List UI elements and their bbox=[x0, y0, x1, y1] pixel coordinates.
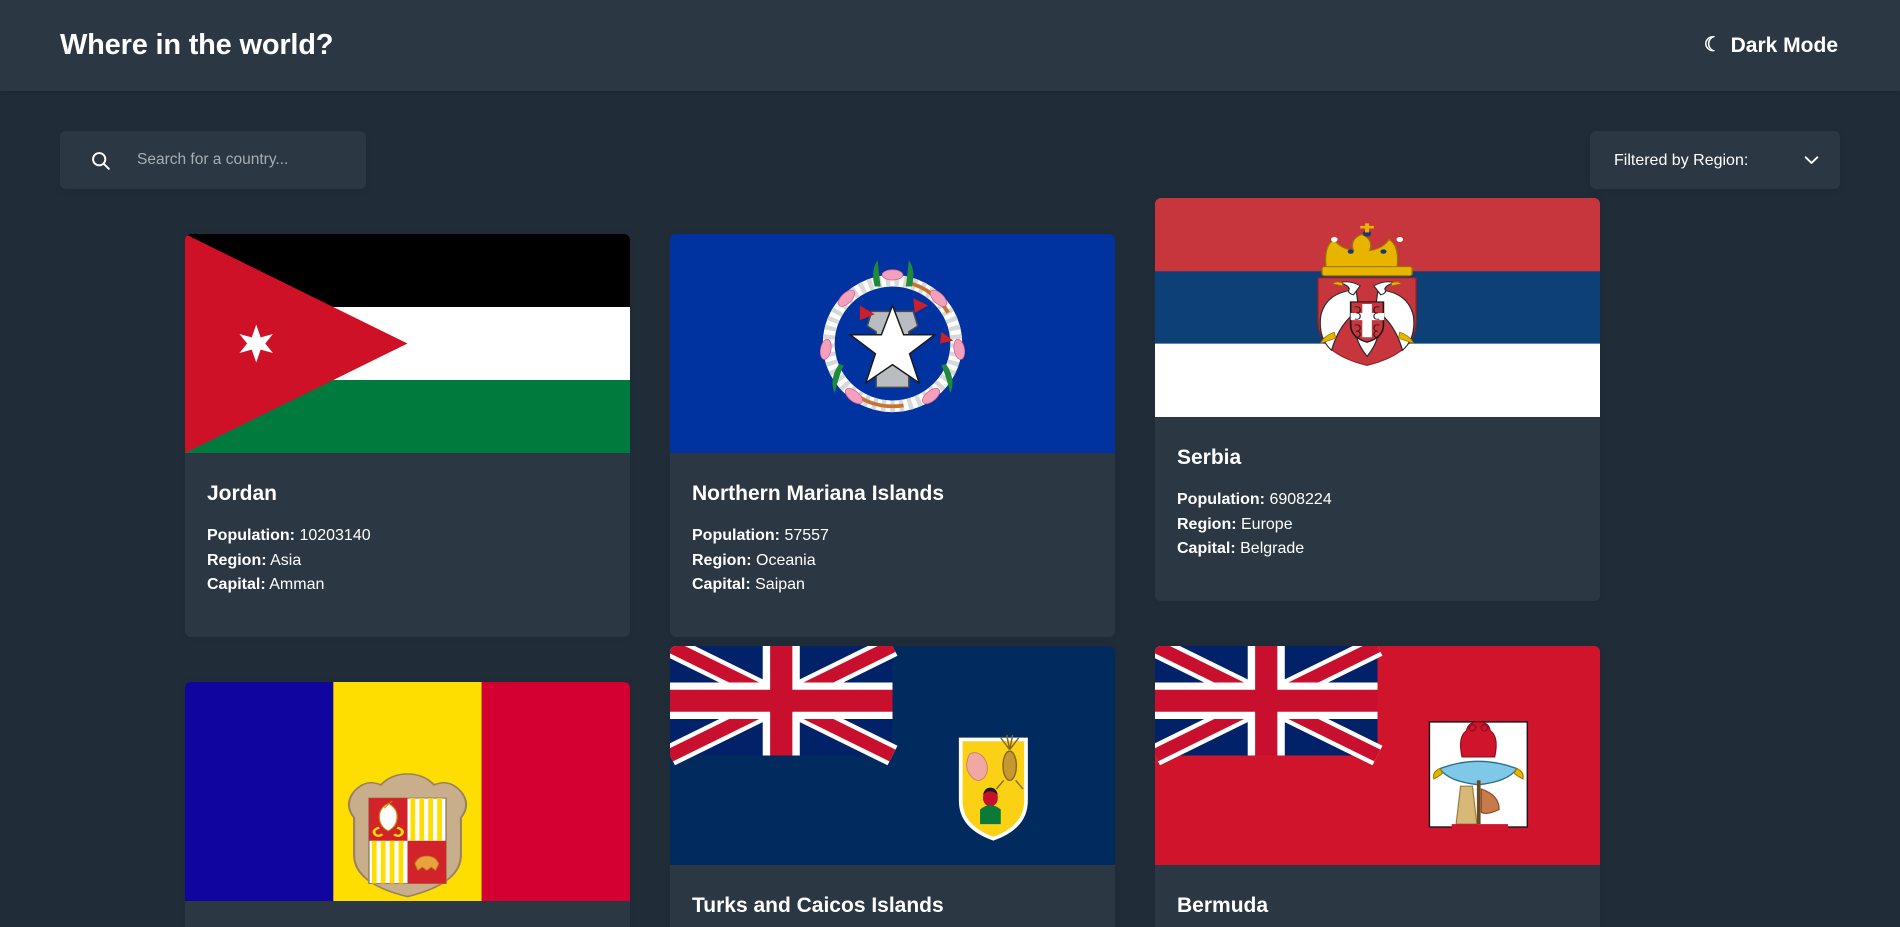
country-capital: Capital: Amman bbox=[207, 573, 600, 597]
page-title: Where in the world? bbox=[60, 29, 334, 61]
country-card[interactable]: Jordan Population: 10203140 Region: Asia… bbox=[185, 234, 630, 638]
country-card[interactable]: Andorra bbox=[185, 682, 630, 927]
flag-jordan bbox=[185, 234, 630, 453]
population-label: Population: bbox=[207, 527, 295, 545]
country-population: Population: 10203140 bbox=[207, 524, 600, 548]
country-capital: Capital: Belgrade bbox=[1177, 537, 1570, 561]
region-value: Europe bbox=[1241, 515, 1293, 533]
population-value: 6908224 bbox=[1269, 491, 1332, 509]
dark-mode-toggle[interactable]: ☾ Dark Mode bbox=[1702, 28, 1840, 64]
capital-value: Belgrade bbox=[1240, 539, 1305, 557]
country-name: Northern Mariana Islands bbox=[692, 482, 945, 505]
country-grid: Jordan Population: 10203140 Region: Asia… bbox=[0, 189, 1900, 927]
region-value: Asia bbox=[270, 551, 302, 569]
country-name: Jordan bbox=[207, 482, 278, 505]
country-population: Population: 57557 bbox=[692, 524, 1085, 548]
capital-value: Saipan bbox=[755, 575, 805, 593]
country-card[interactable]: Turks and Caicos Islands bbox=[670, 646, 1115, 927]
population-label: Population: bbox=[692, 527, 780, 545]
controls-bar: Filtered by Region: Africa America Asia … bbox=[0, 91, 1900, 189]
country-region: Region: Oceania bbox=[692, 549, 1085, 573]
dark-mode-label: Dark Mode bbox=[1730, 33, 1838, 57]
country-region: Region: Asia bbox=[207, 549, 600, 573]
flag-northern-mariana-islands bbox=[670, 234, 1115, 453]
capital-label: Capital: bbox=[1177, 539, 1236, 557]
region-label: Region: bbox=[207, 551, 267, 569]
card-body: Serbia Population: 6908224 Region: Europ… bbox=[1155, 417, 1600, 601]
country-name: Turks and Caicos Islands bbox=[692, 894, 944, 918]
country-name: Serbia bbox=[1177, 446, 1242, 469]
capital-label: Capital: bbox=[692, 575, 751, 593]
country-region: Region: Europe bbox=[1177, 513, 1570, 537]
region-value: Oceania bbox=[756, 551, 816, 569]
search-icon bbox=[92, 151, 110, 170]
capital-label: Capital: bbox=[207, 575, 266, 593]
flag-turks-and-caicos-islands bbox=[670, 646, 1115, 866]
country-card[interactable]: Bermuda bbox=[1155, 646, 1600, 927]
country-capital: Capital: Saipan bbox=[692, 573, 1085, 597]
region-filter[interactable]: Filtered by Region: Africa America Asia … bbox=[1590, 131, 1840, 189]
site-header: Where in the world? ☾ Dark Mode bbox=[0, 0, 1900, 91]
region-label: Region: bbox=[1177, 515, 1237, 533]
search-box[interactable] bbox=[60, 131, 366, 189]
card-body: Northern Mariana Islands Population: 575… bbox=[670, 453, 1115, 637]
card-body: Andorra bbox=[185, 901, 630, 927]
capital-value: Amman bbox=[269, 575, 325, 593]
card-body: Jordan Population: 10203140 Region: Asia… bbox=[185, 453, 630, 637]
flag-andorra bbox=[185, 682, 630, 902]
moon-icon: ☾ bbox=[1703, 33, 1722, 56]
country-name: Bermuda bbox=[1177, 894, 1269, 918]
flag-bermuda bbox=[1155, 646, 1600, 866]
card-body: Bermuda bbox=[1155, 865, 1600, 927]
population-label: Population: bbox=[1177, 491, 1265, 509]
country-card[interactable]: Northern Mariana Islands Population: 575… bbox=[670, 234, 1115, 638]
flag-serbia bbox=[1155, 198, 1600, 417]
country-card[interactable]: Serbia Population: 6908224 Region: Europ… bbox=[1155, 198, 1600, 602]
population-value: 10203140 bbox=[299, 527, 371, 545]
search-input[interactable] bbox=[137, 151, 366, 169]
population-value: 57557 bbox=[784, 527, 829, 545]
country-population: Population: 6908224 bbox=[1177, 488, 1570, 512]
region-filter-select[interactable]: Filtered by Region: Africa America Asia … bbox=[1590, 131, 1840, 189]
region-label: Region: bbox=[692, 551, 752, 569]
card-body: Turks and Caicos Islands bbox=[670, 865, 1115, 927]
